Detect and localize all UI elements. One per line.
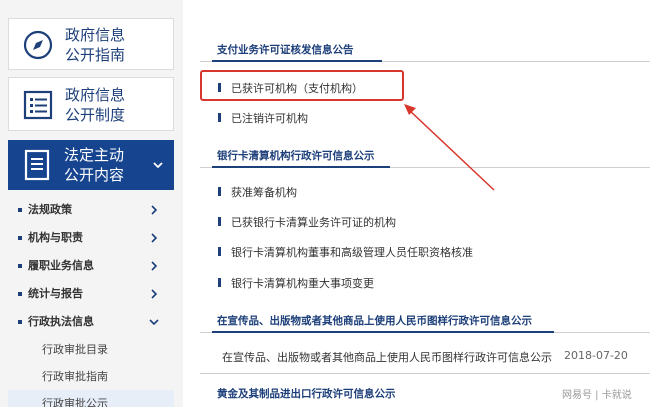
statutory-content-button[interactable]: 法定主动 公开内容 bbox=[8, 140, 174, 190]
section-underline bbox=[212, 166, 390, 168]
gov-info-system-label: 政府信息 公开制度 bbox=[65, 86, 126, 124]
section-underline bbox=[212, 331, 554, 333]
sidebar-subitem-approval-notice[interactable]: 行政审批公示 bbox=[8, 390, 174, 407]
chevron-right-icon bbox=[151, 205, 158, 215]
link-revoked-institutions[interactable]: 已注销许可机构 bbox=[218, 110, 308, 126]
gov-info-system-button[interactable]: 政府信息 公开制度 bbox=[8, 77, 174, 131]
section-title-gold: 黄金及其制品进出口行政许可信息公示 bbox=[217, 388, 396, 400]
sidebar-item-duties[interactable]: 履职业务信息 bbox=[8, 252, 174, 280]
chevron-down-icon bbox=[149, 319, 159, 326]
section-title-bankcard: 银行卡清算机构行政许可信息公示 bbox=[217, 150, 375, 162]
sidebar-item-enforcement[interactable]: 行政执法信息 bbox=[8, 308, 174, 336]
chevron-right-icon bbox=[151, 289, 158, 299]
sidebar-item-institutions[interactable]: 机构与职责 bbox=[8, 224, 174, 252]
sidebar-item-statistics[interactable]: 统计与报告 bbox=[8, 280, 174, 308]
link-director-qualification[interactable]: 银行卡清算机构董事和高级管理人员任职资格核准 bbox=[218, 244, 473, 260]
watermark: 网易号 | 卡就说 bbox=[562, 390, 632, 401]
chevron-down-icon bbox=[153, 162, 163, 169]
statutory-content-label: 法定主动 公开内容 bbox=[64, 146, 125, 184]
section-title-payment: 支付业务许可证核发信息公告 bbox=[217, 44, 354, 56]
sidebar-item-regulations[interactable]: 法规政策 bbox=[8, 196, 174, 224]
document-icon bbox=[24, 149, 50, 181]
compass-icon bbox=[23, 30, 53, 60]
chevron-right-icon bbox=[151, 261, 158, 271]
gov-info-guide-button[interactable]: 政府信息 公开指南 bbox=[8, 18, 174, 70]
sidebar-subitem-approval-guide[interactable]: 行政审批指南 bbox=[8, 363, 174, 390]
chevron-right-icon bbox=[151, 233, 158, 243]
section-underline bbox=[212, 60, 382, 62]
sidebar-subitem-approval-catalog[interactable]: 行政审批目录 bbox=[8, 336, 174, 363]
rmb-image-row-link[interactable]: 在宣传品、出版物或者其他商品上使用人民币图样行政许可信息公示 bbox=[222, 349, 552, 365]
link-clearing-license[interactable]: 已获银行卡清算业务许可证的机构 bbox=[218, 214, 396, 230]
row-date: 2018-07-20 bbox=[564, 349, 628, 362]
section-title-rmb-image: 在宣传品、出版物或者其他商品上使用人民币图样行政许可信息公示 bbox=[217, 315, 532, 327]
left-sidebar: 政府信息 公开指南 政府信息 公开制度 法定主动 公开内容 法规政策 机构与职责… bbox=[0, 0, 183, 407]
main-content: 支付业务许可证核发信息公告 已获许可机构（支付机构） 已注销许可机构 银行卡清算… bbox=[200, 0, 650, 407]
sidebar-menu: 法规政策 机构与职责 履职业务信息 统计与报告 行政执法信息 行政审批目录 行政… bbox=[8, 196, 174, 407]
link-major-changes[interactable]: 银行卡清算机构重大事项变更 bbox=[218, 275, 374, 291]
gov-info-guide-label: 政府信息 公开指南 bbox=[65, 26, 126, 64]
highlight-box bbox=[200, 70, 404, 101]
list-document-icon bbox=[23, 90, 53, 120]
link-approved-preparation[interactable]: 获准筹备机构 bbox=[218, 184, 297, 200]
divider bbox=[200, 373, 650, 374]
